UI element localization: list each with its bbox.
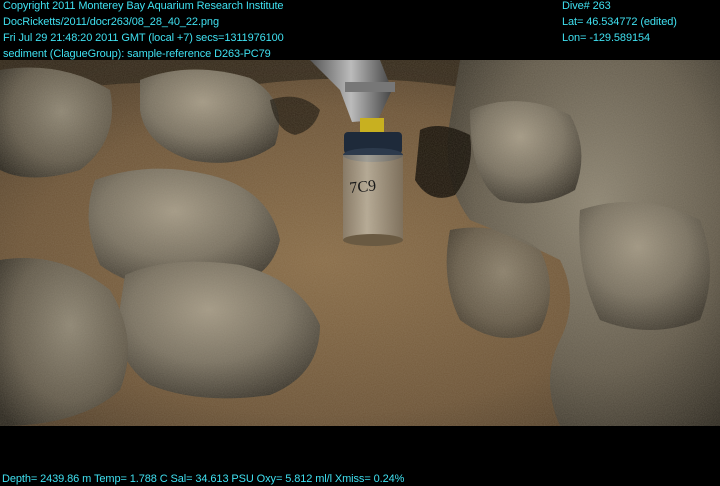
metadata-top-left: Copyright 2011 Monterey Bay Aquarium Res… xyxy=(3,0,284,62)
sensor-readout: Depth= 2439.86 m Temp= 1.788 C Sal= 34.6… xyxy=(2,473,405,485)
seafloor-illustration: 7C9 xyxy=(0,60,720,426)
video-frame: 7C9 Copyright 2011 Monterey Bay Aquarium… xyxy=(0,0,720,486)
dive-number: Dive# 263 xyxy=(562,0,611,12)
longitude: Lon= -129.589154 xyxy=(562,32,651,44)
core-tube xyxy=(343,155,403,240)
copyright-line: Copyright 2011 Monterey Bay Aquarium Res… xyxy=(3,0,284,12)
sample-reference-line: sediment (ClagueGroup): sample-reference… xyxy=(3,48,271,60)
metadata-top-right: Dive# 263 Lat= 46.534772 (edited) Lon= -… xyxy=(562,0,677,46)
timestamp-line: Fri Jul 29 21:48:20 2011 GMT (local +7) … xyxy=(3,32,284,44)
seafloor-image: 7C9 xyxy=(0,60,720,426)
latitude: Lat= 46.534772 (edited) xyxy=(562,16,677,28)
file-path-line: DocRicketts/2011/docr263/08_28_40_22.png xyxy=(3,16,219,28)
tube-label: 7C9 xyxy=(349,177,377,197)
